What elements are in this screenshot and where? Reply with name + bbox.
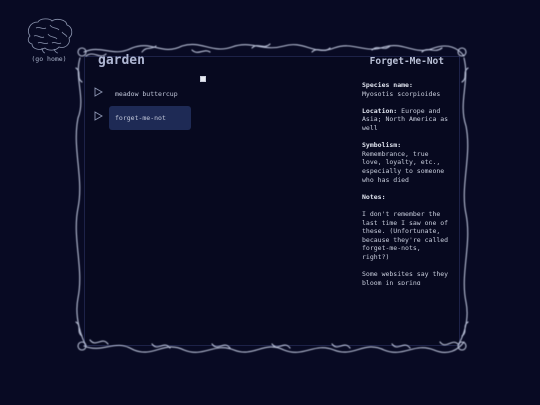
plant-item-label: meadow buttercup [115,90,178,98]
plant-item-label: forget-me-not [109,106,191,130]
triangle-right-icon [94,87,103,97]
brain-icon [27,18,73,54]
notes-paragraph: Some websites say they bloom in spring [362,270,449,285]
location-field: Location: Europe and Asia; North America… [362,107,450,133]
notes-field: Notes: [362,193,450,202]
home-link[interactable]: (go home) [22,16,76,68]
plant-heading: Forget-Me-Not [369,56,444,67]
page-title: garden [98,53,145,68]
symbolism-key: Symbolism: [362,141,402,150]
species-value: Myosotis scorpioides [362,89,441,98]
notes-paragraph: I don't remember the last time I saw one… [362,209,449,261]
location-key: Location: [362,106,398,115]
notes-key: Notes: [362,192,386,201]
symbolism-value: Remembrance, true love, loyalty, etc., e… [362,149,445,184]
symbolism-field: Symbolism: Remembrance, true love, loyal… [362,141,450,184]
plant-item-meadow-buttercup[interactable]: meadow buttercup [92,82,192,106]
plant-item-forget-me-not[interactable]: forget-me-not [92,106,192,130]
plant-info-panel[interactable]: Species name: Myosotis scorpioides Locat… [362,81,450,285]
page: (go home) garden meadow buttercup forget… [0,0,540,405]
triangle-right-icon [94,111,103,121]
species-key: Species name: [362,81,413,89]
home-label: (go home) [31,55,67,63]
broken-image-icon [200,76,206,82]
species-field: Species name: Myosotis scorpioides [362,81,450,98]
